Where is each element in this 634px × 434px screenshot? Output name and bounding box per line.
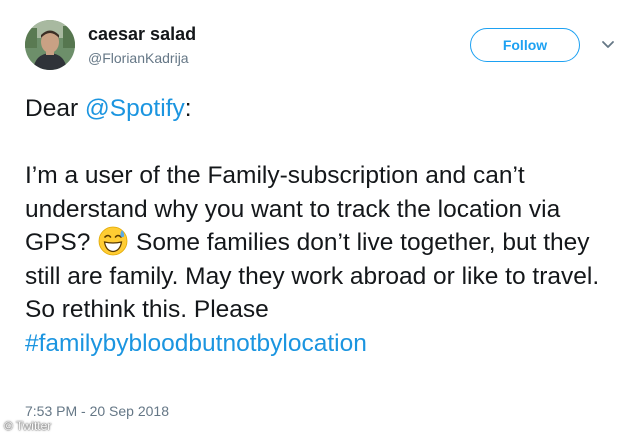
tweet-body: I’m a user of the Family-subscription an… — [25, 159, 620, 360]
tweet-timestamp[interactable]: 7:53 PM - 20 Sep 2018 — [25, 403, 169, 419]
tweet-text: Dear @Spotify: I’m a user of the Family-… — [25, 92, 620, 360]
chevron-down-icon — [602, 41, 614, 48]
avatar-photo — [25, 20, 75, 70]
user-handle[interactable]: @FlorianKadrija — [88, 50, 189, 66]
mention-link[interactable]: @Spotify — [85, 95, 185, 122]
avatar[interactable] — [25, 20, 75, 70]
follow-button[interactable]: Follow — [470, 28, 580, 62]
image-credit: © Twitter — [4, 419, 52, 433]
greeting-suffix: : — [184, 95, 192, 122]
display-name[interactable]: caesar salad — [88, 24, 196, 45]
more-options-chevron-down-icon[interactable] — [599, 36, 617, 54]
greeting-prefix: Dear — [25, 95, 85, 122]
grinning-face-with-sweat-emoji-icon — [98, 226, 128, 256]
greeting-line: Dear @Spotify: — [25, 92, 620, 126]
hashtag-link[interactable]: #familybybloodbutnotbylocation — [25, 330, 367, 357]
